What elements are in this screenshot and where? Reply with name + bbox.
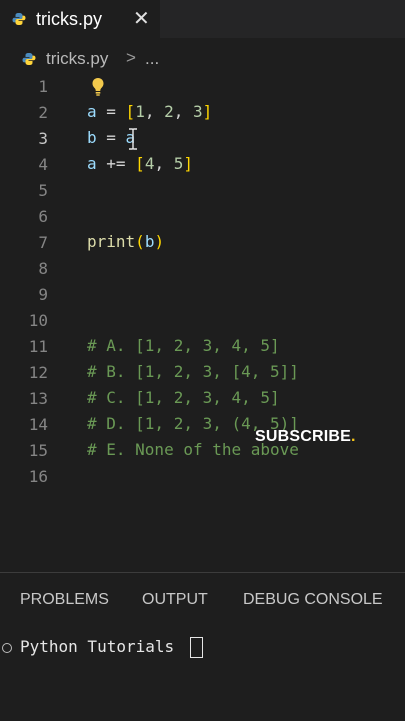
tab-output[interactable]: OUTPUT — [142, 591, 208, 609]
python-file-icon — [22, 53, 36, 65]
code-line: 9 — [0, 282, 405, 308]
tab-debug-console[interactable]: DEBUG CONSOLE — [243, 591, 383, 609]
line-number: 5 — [38, 181, 48, 200]
code-line: 6 — [0, 204, 405, 230]
lightbulb-icon[interactable] — [91, 77, 105, 97]
tab-tricks-py[interactable]: tricks.py ✕ — [0, 0, 160, 38]
line-number: 16 — [28, 467, 48, 486]
line-number: 10 — [28, 311, 48, 330]
breadcrumb-file[interactable]: tricks.py — [46, 49, 108, 69]
terminal-cursor — [190, 637, 203, 658]
code-line: 16 — [0, 464, 405, 490]
line-number: 1 — [38, 77, 48, 96]
code-line: 10 — [0, 308, 405, 334]
code-line: 13 # C. [1, 2, 3, 4, 5] — [0, 386, 405, 412]
tab-label: tricks.py — [36, 9, 103, 29]
code-line: 11 # A. [1, 2, 3, 4, 5] — [0, 334, 405, 360]
code-line-active: 3 b = a — [0, 126, 405, 152]
line-number: 6 — [38, 207, 48, 226]
breadcrumb-separator: > — [126, 48, 136, 67]
breadcrumb: tricks.py > ... — [0, 46, 405, 72]
breadcrumb-more[interactable]: ... — [145, 49, 159, 69]
code-text: print(b) — [87, 232, 165, 251]
bottom-panel: PROBLEMS OUTPUT DEBUG CONSOLE Python Tut… — [0, 572, 405, 721]
line-number: 2 — [38, 103, 48, 122]
subscribe-text: SUBSCRIBE — [255, 428, 352, 445]
line-number: 14 — [28, 415, 48, 434]
line-number: 3 — [38, 129, 48, 148]
code-comment: # A. [1, 2, 3, 4, 5] — [87, 336, 280, 355]
line-number: 11 — [28, 337, 48, 356]
text-cursor-icon — [129, 128, 137, 150]
code-text: a += [4, 5] — [87, 154, 193, 173]
code-line: 5 — [0, 178, 405, 204]
line-number: 13 — [28, 389, 48, 408]
python-file-icon — [12, 13, 26, 25]
tab-problems[interactable]: PROBLEMS — [20, 591, 109, 609]
line-number: 4 — [38, 155, 48, 174]
tab-bar: tricks.py ✕ — [0, 0, 405, 38]
terminal-prompt[interactable]: Python Tutorials — [0, 635, 405, 659]
code-comment: # C. [1, 2, 3, 4, 5] — [87, 388, 280, 407]
line-number: 9 — [38, 285, 48, 304]
circle-icon — [2, 643, 12, 653]
line-number: 7 — [38, 233, 48, 252]
code-line: 12 # B. [1, 2, 3, [4, 5]] — [0, 360, 405, 386]
terminal-text: Python Tutorials — [20, 637, 175, 656]
code-line: 7 print(b) — [0, 230, 405, 256]
code-line: 8 — [0, 256, 405, 282]
code-text: a = [1, 2, 3] — [87, 102, 213, 121]
line-number: 12 — [28, 363, 48, 382]
code-comment: # B. [1, 2, 3, [4, 5]] — [87, 362, 299, 381]
code-line: 4 a += [4, 5] — [0, 152, 405, 178]
subscribe-dot: . — [351, 428, 356, 445]
line-number: 15 — [28, 441, 48, 460]
line-number: 8 — [38, 259, 48, 278]
code-line: 1 — [0, 74, 405, 100]
code-line: 2 a = [1, 2, 3] — [0, 100, 405, 126]
close-icon[interactable]: ✕ — [133, 6, 150, 31]
subscribe-overlay[interactable]: SUBSCRIBE. — [255, 428, 356, 446]
